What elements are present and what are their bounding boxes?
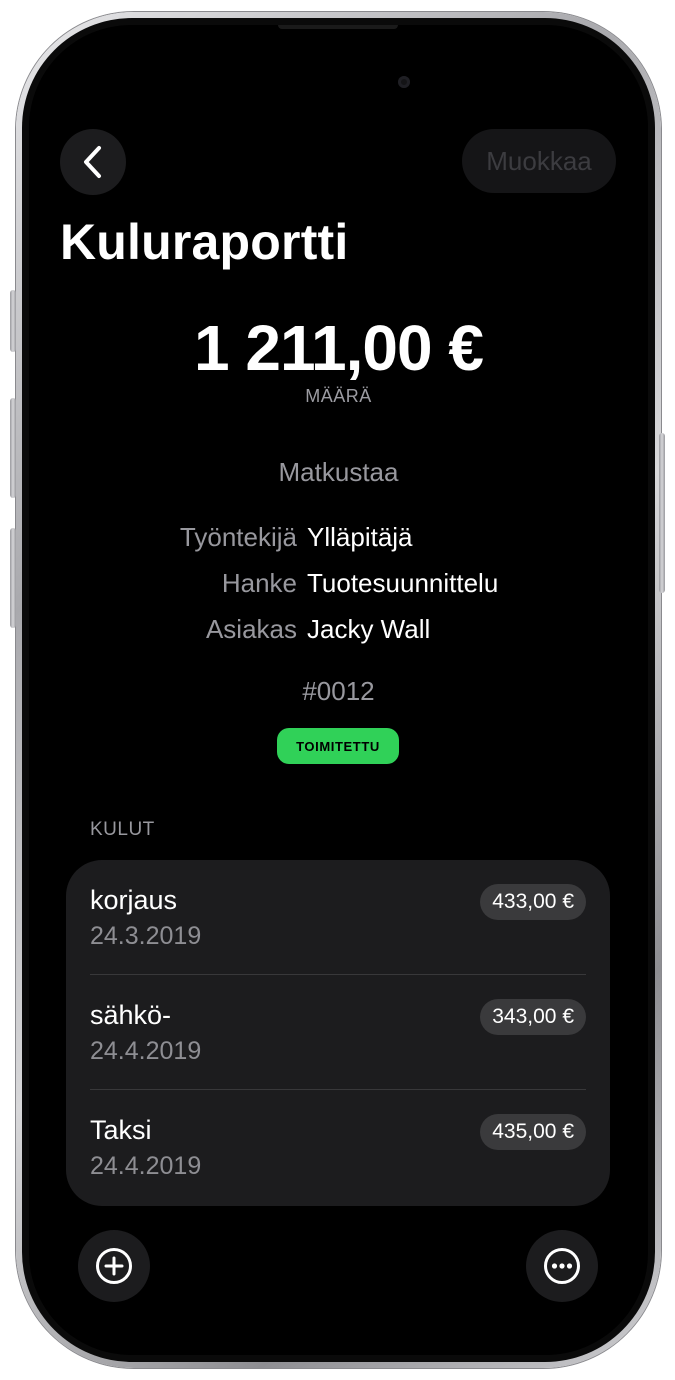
expense-name: sähkö- bbox=[90, 1000, 172, 1030]
expense-name: Taksi bbox=[90, 1115, 152, 1145]
report-number: #0012 bbox=[302, 676, 375, 706]
detail-key: Työntekijä bbox=[179, 522, 297, 552]
edit-button[interactable]: Muokkaa bbox=[462, 129, 616, 193]
detail-value: Tuotesuunnittelu bbox=[307, 568, 499, 598]
expense-date: 24.3.2019 bbox=[90, 922, 202, 950]
report-category: Matkustaa bbox=[278, 457, 399, 487]
volume-down-button bbox=[10, 528, 16, 628]
expense-date: 24.4.2019 bbox=[90, 1037, 202, 1065]
ellipsis-circle-icon bbox=[544, 1248, 580, 1284]
detail-value: Jacky Wall bbox=[307, 614, 431, 644]
total-amount: 1 211,00 € bbox=[194, 312, 484, 384]
expense-amount: 435,00 € bbox=[480, 1114, 586, 1150]
detail-key: Hanke bbox=[221, 568, 297, 598]
expense-date: 24.4.2019 bbox=[90, 1152, 202, 1180]
expense-amount: 433,00 € bbox=[480, 884, 586, 920]
back-button[interactable] bbox=[60, 129, 126, 195]
more-options-button[interactable] bbox=[526, 1230, 598, 1302]
detail-row-employee: Työntekijä Ylläpitäjä bbox=[29, 522, 648, 556]
top-sensor bbox=[278, 25, 398, 29]
front-camera bbox=[398, 76, 410, 88]
expense-amount: 343,00 € bbox=[480, 999, 586, 1035]
total-amount-label: MÄÄRÄ bbox=[305, 386, 372, 406]
page-title: Kuluraportti bbox=[60, 214, 349, 270]
detail-key: Asiakas bbox=[205, 614, 297, 644]
expense-name: korjaus bbox=[90, 885, 178, 915]
action-button bbox=[10, 290, 16, 352]
detail-row-project: Hanke Tuotesuunnittelu bbox=[29, 568, 648, 602]
plus-circle-icon bbox=[96, 1248, 132, 1284]
detail-value: Ylläpitäjä bbox=[307, 522, 413, 552]
expense-row[interactable]: sähkö- 24.4.2019 343,00 € bbox=[66, 975, 610, 1090]
add-expense-button[interactable] bbox=[78, 1230, 150, 1302]
volume-up-button bbox=[10, 398, 16, 498]
expenses-section-header: KULUT bbox=[90, 819, 155, 840]
detail-row-client: Asiakas Jacky Wall bbox=[29, 614, 648, 648]
screen: Muokkaa Kuluraportti 1 211,00 € MÄÄRÄ Ma… bbox=[29, 25, 648, 1355]
chevron-left-icon bbox=[84, 146, 101, 178]
status-badge: TOIMITETTU bbox=[277, 728, 399, 764]
power-button bbox=[659, 433, 665, 593]
expenses-list: korjaus 24.3.2019 433,00 € sähkö- 24.4.2… bbox=[66, 860, 610, 1206]
expense-row[interactable]: korjaus 24.3.2019 433,00 € bbox=[66, 860, 610, 975]
expense-row[interactable]: Taksi 24.4.2019 435,00 € bbox=[66, 1090, 610, 1205]
